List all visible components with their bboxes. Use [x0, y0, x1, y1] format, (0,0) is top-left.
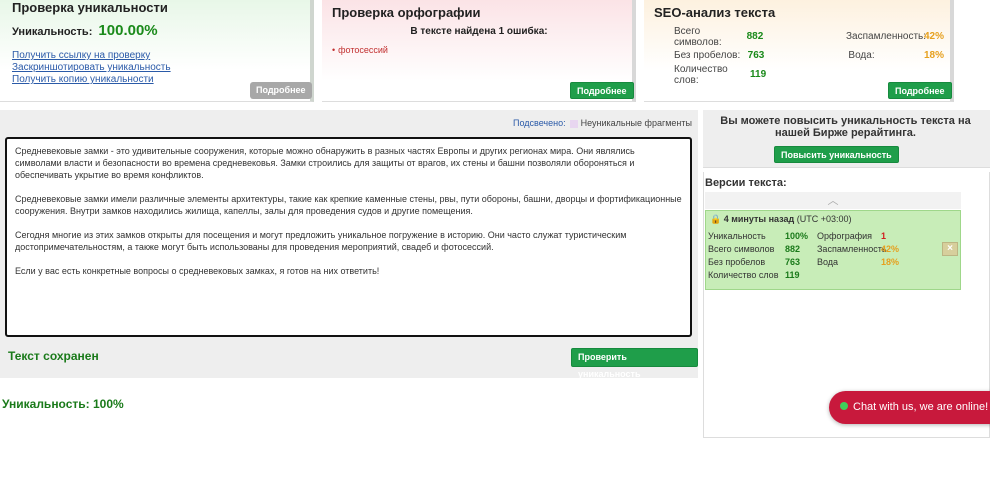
- uniqueness-links: Получить ссылку на проверку Заскриншотир…: [12, 50, 171, 86]
- bullet-icon: •: [332, 45, 336, 55]
- version-time: 4 минуты назад: [723, 214, 795, 224]
- versions-title: Версии текста:: [705, 177, 787, 189]
- editor-paragraph: Средневековые замки - это удивительные с…: [15, 146, 635, 180]
- chat-text: Chat with us, we are online!: [853, 401, 989, 413]
- uniqueness-result: Уникальность: 100%: [2, 397, 124, 411]
- version-card[interactable]: 🔒 4 минуты назад (UTC +03:00) Уникальнос…: [705, 210, 961, 290]
- version-label: Орфография: [817, 230, 873, 241]
- swatch-icon: [569, 119, 578, 128]
- version-row: Без пробелов 763 Вода 18%: [708, 255, 938, 268]
- seo-value: 119: [750, 69, 767, 80]
- seo-label: Количество слов:: [674, 63, 728, 86]
- link-get-check-url[interactable]: Получить ссылку на проверку: [12, 50, 171, 62]
- increase-uniqueness-button[interactable]: Повысить уникальность: [774, 146, 899, 163]
- seo-label: Без пробелов:: [674, 50, 741, 61]
- spelling-panel-title: Проверка орфографии: [332, 5, 481, 20]
- highlight-label: Подсвечено:: [513, 118, 566, 128]
- version-row: Уникальность 100% Орфография 1: [708, 229, 938, 242]
- seo-value: 18%: [923, 50, 944, 61]
- version-row: Количество слов 119: [708, 268, 938, 281]
- seo-row: Всего символов: 882 Заспамленность: 42%: [674, 25, 944, 48]
- seo-panel: SEO-анализ текста Всего символов: 882 За…: [644, 0, 954, 102]
- version-value: 42%: [881, 243, 900, 254]
- seo-label: Заспамленность:: [845, 31, 927, 42]
- version-label: Всего символов: [708, 243, 775, 254]
- spelling-details-button[interactable]: Подробнее: [570, 82, 634, 99]
- spelling-panel: Проверка орфографии В тексте найдена 1 о…: [322, 0, 636, 102]
- text-editor[interactable]: Средневековые замки - это удивительные с…: [5, 137, 692, 337]
- version-label: Без пробелов: [708, 256, 766, 267]
- lock-icon: 🔒: [710, 214, 722, 224]
- seo-value: 763: [747, 50, 765, 61]
- uniqueness-panel-title: Проверка уникальности: [12, 0, 168, 15]
- version-value: 763: [785, 256, 801, 267]
- highlight-legend: Подсвечено: Неуникальные фрагменты: [513, 118, 692, 128]
- version-value: 18%: [881, 256, 900, 267]
- version-value: 1: [881, 230, 887, 241]
- uniqueness-details-button[interactable]: Подробнее: [250, 82, 312, 99]
- version-value: 882: [785, 243, 801, 254]
- version-row: Всего символов 882 Заспамленность 42%: [708, 242, 938, 255]
- seo-panel-title: SEO-анализ текста: [654, 5, 776, 20]
- seo-row: Без пробелов: 763 Вода: 18%: [674, 46, 944, 65]
- editor-paragraph: Сегодня многие из этих замков открыты дл…: [15, 230, 627, 252]
- close-icon[interactable]: ×: [942, 242, 958, 256]
- version-value: 119: [785, 269, 800, 280]
- seo-details-button[interactable]: Подробнее: [888, 82, 952, 99]
- check-uniqueness-button[interactable]: Проверить уникальность: [571, 348, 698, 379]
- seo-label: Вода:: [848, 50, 875, 61]
- save-status: Текст сохранен: [8, 349, 99, 363]
- version-label: Заспамленность: [817, 243, 887, 254]
- editor-paragraph: Если у вас есть конкретные вопросы о сре…: [15, 266, 380, 276]
- version-stats: Уникальность 100% Орфография 1 Всего сим…: [708, 229, 938, 281]
- spelling-error-word: фотосессий: [338, 45, 388, 55]
- version-timezone: (UTC +03:00): [796, 214, 852, 224]
- spelling-summary: В тексте найдена 1 ошибка:: [410, 26, 548, 37]
- version-header: 🔒 4 минуты назад (UTC +03:00): [710, 214, 852, 225]
- editor-paragraph: Средневековые замки имели различные элем…: [15, 194, 682, 216]
- seo-stats: Всего символов: 882 Заспамленность: 42% …: [674, 25, 944, 86]
- uniqueness-label: Уникальность:: [12, 26, 93, 38]
- version-label: Вода: [817, 256, 839, 267]
- seo-value: 42%: [923, 31, 944, 42]
- version-label: Количество слов: [708, 269, 779, 280]
- version-value: 100%: [785, 230, 809, 241]
- link-screenshot-uniqueness[interactable]: Заскриншотировать уникальность: [12, 62, 171, 74]
- online-status-icon: [840, 402, 848, 411]
- uniqueness-value: 100.00%: [98, 22, 158, 39]
- version-label: Уникальность: [708, 230, 766, 241]
- versions-scroll-up[interactable]: ︿: [705, 192, 961, 209]
- editor-area: Подсвечено: Неуникальные фрагменты Средне…: [0, 110, 698, 379]
- fragments-label: Неуникальные фрагменты: [580, 118, 692, 128]
- seo-label: Всего символов:: [674, 25, 722, 48]
- uniqueness-summary: Уникальность: 100.00%: [12, 22, 158, 39]
- promo-text: Вы можете повысить уникальность текста н…: [720, 115, 971, 139]
- uniqueness-panel: Проверка уникальности Уникальность: 100.…: [0, 0, 314, 102]
- chat-widget[interactable]: Chat with us, we are online!: [829, 391, 990, 424]
- seo-value: 882: [746, 31, 764, 42]
- spelling-error-item[interactable]: • фотосессий: [332, 45, 388, 55]
- link-get-uniqueness-copy[interactable]: Получить копию уникальности: [12, 74, 171, 86]
- chevron-up-icon: ︿: [827, 195, 839, 207]
